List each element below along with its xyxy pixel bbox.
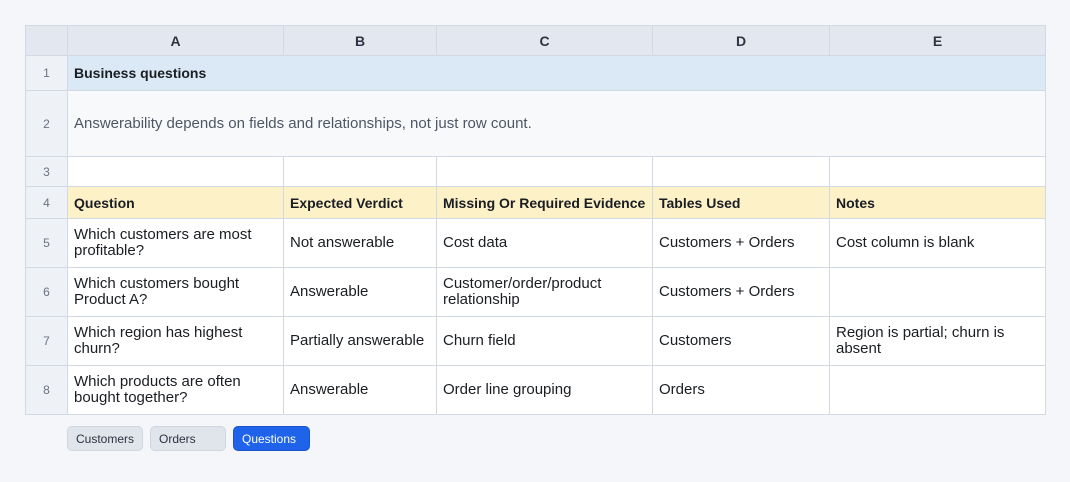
note-cell[interactable]: Answerability depends on fields and rela… — [67, 90, 1046, 157]
sheet-row-6: 6 Which customers bought Product A? Answ… — [25, 267, 1046, 317]
row-header-6[interactable]: 6 — [25, 267, 68, 317]
cell-d5[interactable]: Customers + Orders — [652, 218, 830, 268]
column-header-c[interactable]: C — [436, 25, 653, 56]
sheet-row-3: 3 — [25, 156, 1046, 187]
header-cell-notes[interactable]: Notes — [829, 186, 1046, 219]
cell-b5[interactable]: Not answerable — [283, 218, 437, 268]
cell-e3[interactable] — [829, 156, 1046, 187]
cell-a8[interactable]: Which products are often bought together… — [67, 365, 284, 415]
cell-e6[interactable] — [829, 267, 1046, 317]
spreadsheet-grid: A B C D E 1 Business questions 2 Answera… — [25, 25, 1046, 415]
header-cell-evidence[interactable]: Missing Or Required Evidence — [436, 186, 653, 219]
sheet-row-4: 4 Question Expected Verdict Missing Or R… — [25, 186, 1046, 219]
cell-b3[interactable] — [283, 156, 437, 187]
sheet-tabs: Customers Orders Questions — [67, 426, 310, 451]
cell-c7[interactable]: Churn field — [436, 316, 653, 366]
column-header-b[interactable]: B — [283, 25, 437, 56]
cell-d3[interactable] — [652, 156, 830, 187]
cell-c6[interactable]: Customer/order/product relationship — [436, 267, 653, 317]
sheet-row-8: 8 Which products are often bought togeth… — [25, 365, 1046, 415]
cell-a5[interactable]: Which customers are most profitable? — [67, 218, 284, 268]
column-header-e[interactable]: E — [829, 25, 1046, 56]
cell-c3[interactable] — [436, 156, 653, 187]
header-cell-question[interactable]: Question — [67, 186, 284, 219]
row-header-1[interactable]: 1 — [25, 55, 68, 91]
cell-d6[interactable]: Customers + Orders — [652, 267, 830, 317]
sheet-row-5: 5 Which customers are most profitable? N… — [25, 218, 1046, 268]
cell-e5[interactable]: Cost column is blank — [829, 218, 1046, 268]
select-all-corner[interactable] — [25, 25, 68, 56]
cell-a3[interactable] — [67, 156, 284, 187]
sheet-row-7: 7 Which region has highest churn? Partia… — [25, 316, 1046, 366]
cell-a6[interactable]: Which customers bought Product A? — [67, 267, 284, 317]
row-header-3[interactable]: 3 — [25, 156, 68, 187]
cell-c8[interactable]: Order line grouping — [436, 365, 653, 415]
sheet-row-2: 2 Answerability depends on fields and re… — [25, 90, 1046, 157]
cell-e7[interactable]: Region is partial; churn is absent — [829, 316, 1046, 366]
cell-a7[interactable]: Which region has highest churn? — [67, 316, 284, 366]
cell-c5[interactable]: Cost data — [436, 218, 653, 268]
row-header-2[interactable]: 2 — [25, 90, 68, 157]
cell-d8[interactable]: Orders — [652, 365, 830, 415]
header-cell-expected-verdict[interactable]: Expected Verdict — [283, 186, 437, 219]
header-cell-tables-used[interactable]: Tables Used — [652, 186, 830, 219]
cell-b8[interactable]: Answerable — [283, 365, 437, 415]
cell-b7[interactable]: Partially answerable — [283, 316, 437, 366]
title-cell[interactable]: Business questions — [67, 55, 1046, 91]
tab-questions[interactable]: Questions — [233, 426, 310, 451]
column-header-row: A B C D E — [25, 25, 1046, 56]
sheet-row-1: 1 Business questions — [25, 55, 1046, 91]
row-header-5[interactable]: 5 — [25, 218, 68, 268]
cell-d7[interactable]: Customers — [652, 316, 830, 366]
tab-orders[interactable]: Orders — [150, 426, 226, 451]
column-header-d[interactable]: D — [652, 25, 830, 56]
row-header-8[interactable]: 8 — [25, 365, 68, 415]
column-header-a[interactable]: A — [67, 25, 284, 56]
tab-customers[interactable]: Customers — [67, 426, 143, 451]
row-header-4[interactable]: 4 — [25, 186, 68, 219]
cell-e8[interactable] — [829, 365, 1046, 415]
row-header-7[interactable]: 7 — [25, 316, 68, 366]
cell-b6[interactable]: Answerable — [283, 267, 437, 317]
